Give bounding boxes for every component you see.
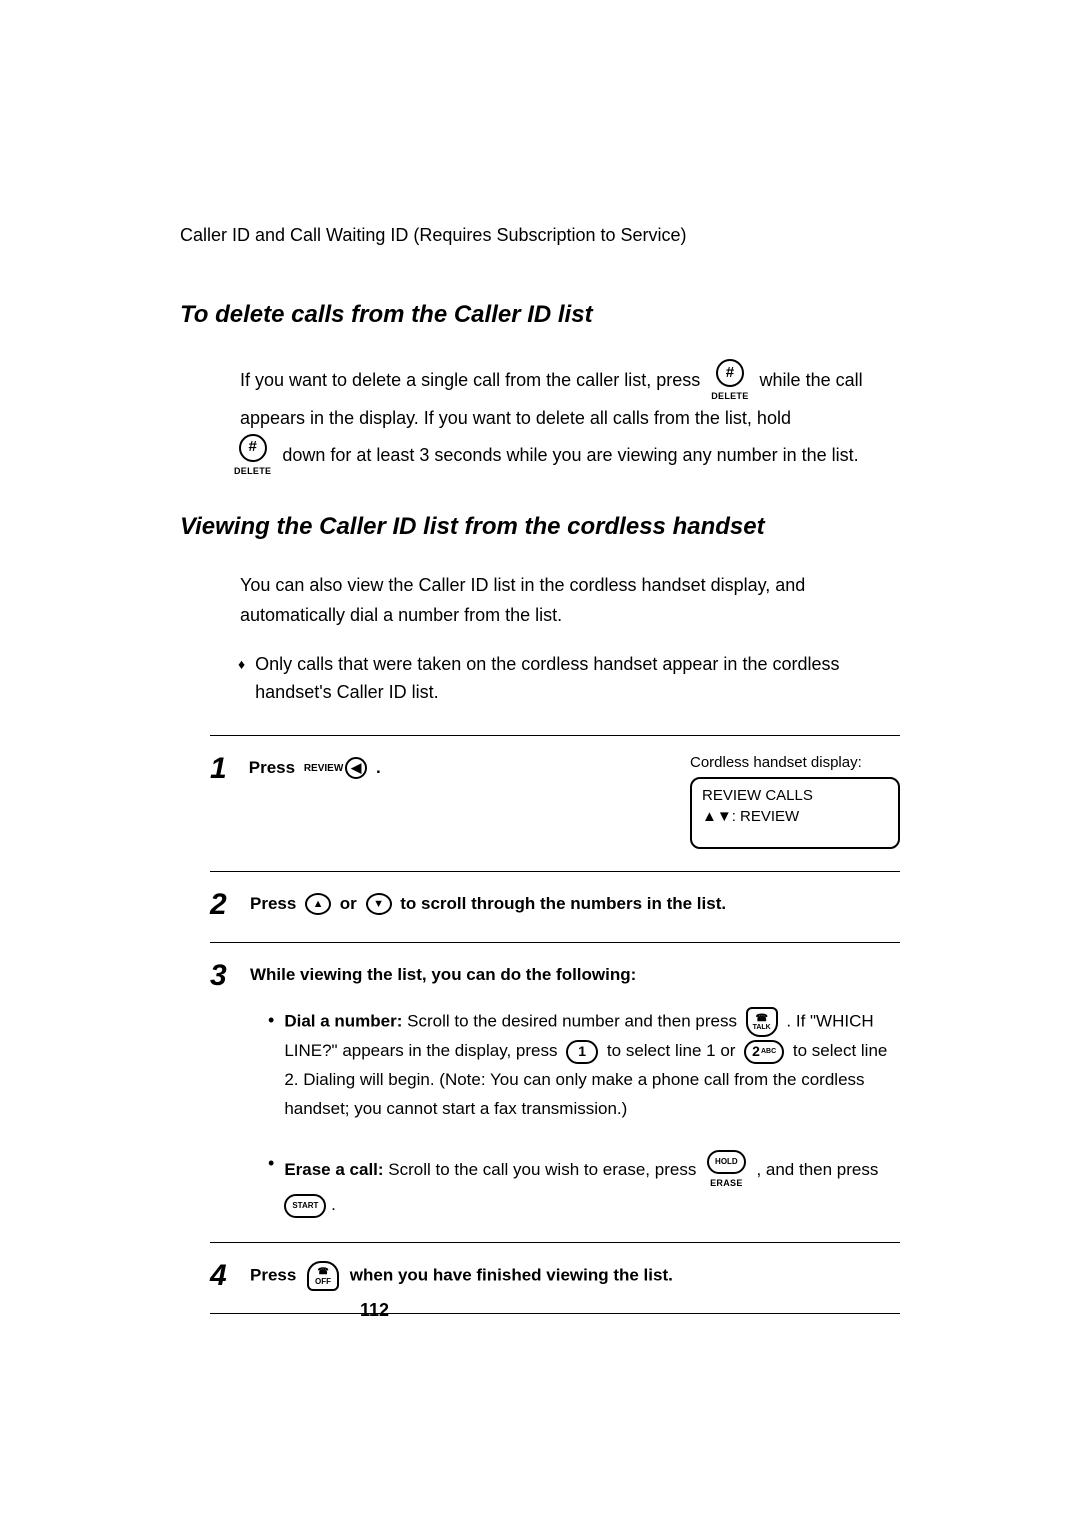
step-number: 2 <box>210 890 232 920</box>
text: Press <box>249 758 300 777</box>
diamond-bullet-icon: ♦ <box>238 651 245 677</box>
section2-intro: You can also view the Caller ID list in … <box>240 571 900 630</box>
steps-list: 1 Press REVIEW ◀ . Cordless handset disp… <box>210 735 900 1315</box>
up-arrow-icon: ▲ <box>305 893 331 915</box>
start-key-icon: START <box>284 1194 326 1218</box>
hold-erase-key-icon: HOLD ERASE <box>707 1150 746 1191</box>
text: Press <box>250 1266 301 1285</box>
step-number: 4 <box>210 1261 232 1291</box>
delete-sublabel: DELETE <box>234 464 271 479</box>
talk-label: TALK <box>753 1024 771 1031</box>
delete-sublabel: DELETE <box>711 389 748 404</box>
section-title-delete: To delete calls from the Caller ID list <box>180 301 900 329</box>
display-line2: ▲▼: REVIEW <box>702 806 888 827</box>
text: . <box>331 1195 336 1214</box>
text: , and then press <box>756 1160 878 1179</box>
hash-icon: # <box>239 434 267 462</box>
step-number: 1 <box>210 754 231 784</box>
erase-sublabel: ERASE <box>710 1176 743 1191</box>
off-label: OFF <box>315 1277 331 1287</box>
down-arrow-icon: ▼ <box>366 893 392 915</box>
step3-content: While viewing the list, you can do the f… <box>250 961 900 1221</box>
erase-call-bullet: • Erase a call: Scroll to the call you w… <box>268 1150 900 1220</box>
bullet-dot-icon: • <box>268 1007 274 1033</box>
display-line1: REVIEW CALLS <box>702 785 888 806</box>
text: . <box>376 758 381 777</box>
hold-label: HOLD <box>707 1150 746 1174</box>
text: If you want to delete a single call from… <box>240 370 705 390</box>
review-text: REVIEW <box>304 760 343 777</box>
text: Press <box>250 894 301 913</box>
text: when you have finished viewing the list. <box>350 1266 673 1285</box>
text: down for at least 3 seconds while you ar… <box>282 445 858 465</box>
dial-number-bullet: • Dial a number: Scroll to the desired n… <box>268 1007 900 1124</box>
two-key-icon: 2ABC <box>744 1040 784 1064</box>
step-3: 3 While viewing the list, you can do the… <box>210 943 900 1244</box>
text: Scroll to the desired number and then pr… <box>407 1012 742 1031</box>
display-caption: Cordless handset display: <box>690 754 900 771</box>
step-1: 1 Press REVIEW ◀ . Cordless handset disp… <box>210 735 900 872</box>
page-header: Caller ID and Call Waiting ID (Requires … <box>180 225 900 246</box>
display-box: REVIEW CALLS ▲▼: REVIEW <box>690 777 900 849</box>
step-2: 2 Press ▲ or ▼ to scroll through the num… <box>210 872 900 943</box>
step3-lead: While viewing the list, you can do the f… <box>250 961 900 990</box>
one-key-icon: 1 <box>566 1040 598 1064</box>
hash-icon: # <box>716 359 744 387</box>
abc-sub: ABC <box>761 1046 776 1058</box>
manual-page: Caller ID and Call Waiting ID (Requires … <box>180 225 900 1314</box>
dial-label: Dial a number: <box>284 1012 402 1031</box>
off-key-icon: ☎ OFF <box>307 1261 339 1291</box>
text: to scroll through the numbers in the lis… <box>400 894 726 913</box>
talk-key-icon: ☎ TALK <box>746 1007 778 1037</box>
page-number: 112 <box>360 1300 389 1321</box>
handset-display-area: Cordless handset display: REVIEW CALLS ▲… <box>690 754 900 849</box>
review-key-icon: REVIEW ◀ <box>304 757 367 779</box>
hash-delete-key-icon: # DELETE <box>711 359 748 404</box>
section2-bullet: ♦ Only calls that were taken on the cord… <box>240 651 900 707</box>
phone-glyph: ☎ <box>755 1014 767 1024</box>
step1-content: Press REVIEW ◀ . <box>249 754 670 849</box>
step-number: 3 <box>210 961 232 991</box>
left-arrow-icon: ◀ <box>345 757 367 779</box>
phone-glyph: ☎ <box>317 1266 328 1277</box>
bullet-dot-icon: • <box>268 1150 274 1176</box>
step4-content: Press ☎ OFF when you have finished viewi… <box>250 1261 900 1291</box>
bullet-text: Only calls that were taken on the cordle… <box>255 651 900 707</box>
section-title-viewing: Viewing the Caller ID list from the cord… <box>180 513 900 541</box>
section1-body: If you want to delete a single call from… <box>240 359 900 478</box>
text: Scroll to the call you wish to erase, pr… <box>388 1160 701 1179</box>
hash-delete-key-icon: # DELETE <box>234 434 271 479</box>
step-4: 4 Press ☎ OFF when you have finished vie… <box>210 1243 900 1314</box>
text: to select line 1 or <box>607 1041 740 1060</box>
step2-content: Press ▲ or ▼ to scroll through the numbe… <box>250 890 900 919</box>
text: or <box>340 894 362 913</box>
erase-label: Erase a call: <box>284 1160 383 1179</box>
two: 2 <box>752 1040 760 1064</box>
